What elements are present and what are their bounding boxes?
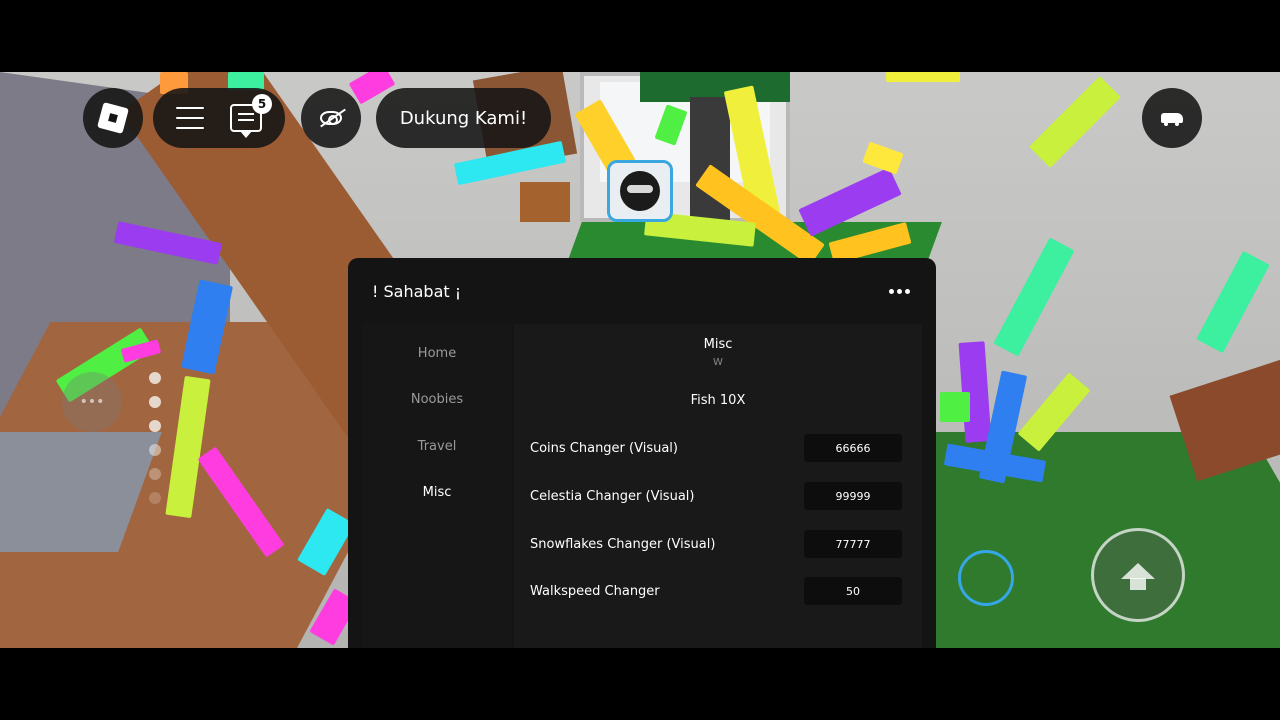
section-title: Misc	[703, 337, 733, 352]
snowflakes-changer-row: Snowflakes Changer (Visual)	[530, 529, 902, 559]
window-header[interactable]: ! Sahabat ¡	[348, 258, 936, 324]
letterbox-top	[0, 0, 1280, 72]
confetti	[886, 72, 960, 82]
support-button[interactable]: Dukung Kami!	[376, 88, 551, 148]
tab-travel[interactable]: Travel	[362, 423, 512, 470]
ninja-logo-icon	[620, 171, 660, 211]
confetti	[993, 237, 1075, 357]
side-dot	[149, 396, 161, 408]
walkspeed-changer-label: Walkspeed Changer	[530, 583, 660, 599]
chat-icon[interactable]: 5	[230, 94, 272, 138]
sidebar: Home Noobies Travel Misc	[362, 324, 512, 648]
car-icon	[1161, 113, 1183, 126]
confetti	[940, 392, 970, 422]
celestia-changer-input[interactable]	[804, 482, 902, 510]
menu-chat-group: 5	[153, 88, 285, 148]
coins-changer-input[interactable]	[804, 434, 902, 462]
script-toggle-button[interactable]	[607, 160, 673, 222]
script-window: ! Sahabat ¡ Home Noobies Travel Misc Mis…	[348, 258, 936, 648]
walkspeed-changer-row: Walkspeed Changer	[530, 576, 902, 606]
side-dot	[149, 468, 161, 480]
vehicle-button[interactable]	[1142, 88, 1202, 148]
letterbox-bottom	[0, 648, 1280, 720]
celestia-changer-row: Celestia Changer (Visual)	[530, 481, 902, 511]
coins-changer-row: Coins Changer (Visual)	[530, 433, 902, 463]
confetti	[862, 141, 904, 175]
tab-noobies[interactable]: Noobies	[362, 377, 512, 424]
hide-ui-button[interactable]	[301, 88, 361, 148]
celestia-changer-label: Celestia Changer (Visual)	[530, 488, 695, 504]
arrow-up-icon	[1121, 563, 1155, 590]
snowflakes-changer-label: Snowflakes Changer (Visual)	[530, 536, 716, 552]
hamburger-icon[interactable]	[176, 107, 204, 129]
roblox-logo-icon	[97, 102, 129, 134]
window-title: ! Sahabat ¡	[372, 281, 462, 301]
crate	[520, 182, 570, 222]
side-dot	[149, 444, 161, 456]
fish-10x-button[interactable]: Fish 10X	[514, 389, 922, 411]
confetti	[1029, 76, 1121, 168]
more-dots-icon[interactable]	[889, 288, 910, 294]
snowflakes-changer-input[interactable]	[804, 530, 902, 558]
eye-off-icon	[320, 111, 342, 125]
window-body: Home Noobies Travel Misc Misc W Fish 10X…	[348, 324, 936, 648]
tab-home[interactable]: Home	[362, 330, 512, 377]
coins-changer-label: Coins Changer (Visual)	[530, 440, 678, 456]
content-pane: Misc W Fish 10X Coins Changer (Visual) C…	[514, 324, 922, 648]
side-dot	[149, 420, 161, 432]
jump-button[interactable]	[1091, 528, 1185, 622]
chat-badge: 5	[252, 94, 272, 114]
roblox-menu-button[interactable]	[83, 88, 143, 148]
side-dot	[149, 372, 161, 384]
tab-misc[interactable]: Misc	[362, 470, 512, 517]
side-dot	[149, 492, 161, 504]
side-menu-button[interactable]: •••	[62, 372, 122, 432]
confetti	[1196, 250, 1270, 354]
section-subtitle: W	[713, 357, 723, 368]
walkspeed-changer-input[interactable]	[804, 577, 902, 605]
target-ring-icon	[958, 550, 1014, 606]
